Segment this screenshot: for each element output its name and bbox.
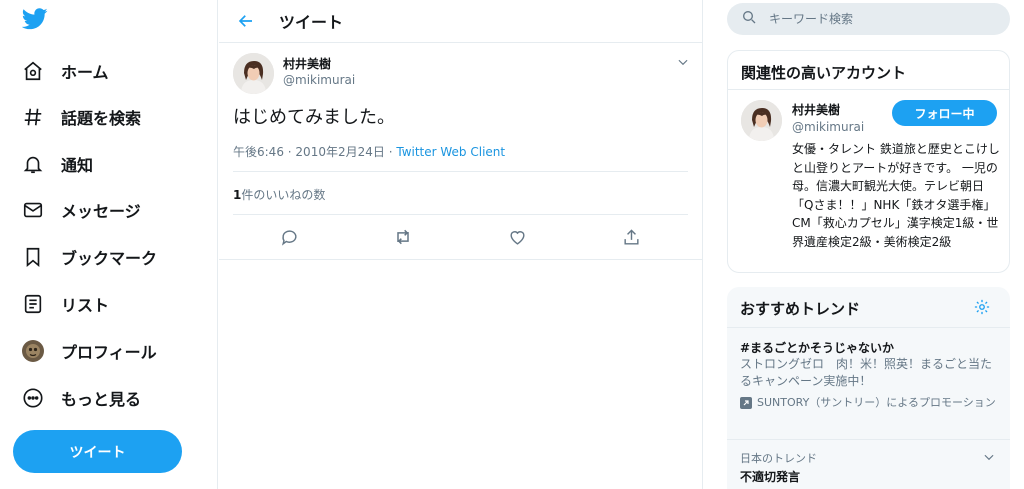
envelope-icon — [20, 197, 46, 223]
chevron-down-icon[interactable] — [676, 54, 690, 68]
search-box[interactable] — [727, 3, 1010, 35]
divider — [728, 89, 1009, 90]
tweet-date[interactable]: 2010年2月24日 — [295, 145, 384, 159]
bell-icon — [20, 151, 46, 177]
nav-item-notifications[interactable]: 通知 — [20, 147, 93, 181]
nav-item-explore[interactable]: 話題を検索 — [20, 100, 141, 134]
nav-item-messages[interactable]: メッセージ — [20, 193, 141, 227]
search-input[interactable] — [769, 12, 989, 26]
nav-item-label: メッセージ — [61, 202, 141, 221]
nav-item-label: ブックマーク — [61, 249, 158, 268]
tweet-text: はじめてみました。 — [233, 107, 395, 128]
nav-item-label: 通知 — [61, 156, 94, 175]
trend-item-description: ストロングゼロ 肉！米！照英！まるごと当たるキャンペーン実施中！ — [740, 357, 993, 388]
nav-item-label: ホーム — [61, 63, 109, 82]
trends-card: おすすめトレンド #まるごとかそうじゃないか ストロングゼロ 肉！米！照英！まる… — [727, 287, 1010, 489]
tweet-author-handle[interactable]: @mikimurai — [283, 73, 355, 87]
tweet-meta: 午後6:46 · 2010年2月24日 · Twitter Web Client — [233, 143, 505, 160]
nav-item-bookmarks[interactable]: ブックマーク — [20, 240, 157, 274]
related-account-name[interactable]: 村井美樹 — [792, 101, 840, 118]
divider — [233, 214, 688, 215]
tweet-source-link[interactable]: Twitter Web Client — [396, 145, 505, 159]
list-icon — [20, 291, 46, 317]
tweet-time[interactable]: 午後6:46 — [233, 145, 284, 159]
share-icon[interactable] — [620, 226, 642, 248]
divider — [219, 259, 702, 260]
nav-item-lists[interactable]: リスト — [20, 287, 109, 321]
retweet-icon[interactable] — [392, 226, 414, 248]
nav-item-more[interactable]: もっと見る — [20, 381, 141, 415]
likes-count-link[interactable]: 1件のいいねの数 — [233, 186, 325, 203]
back-arrow-icon[interactable] — [235, 10, 257, 32]
promoted-by-text: SUNTORY（サントリー）によるプロモーション — [757, 396, 996, 409]
likes-label: 件のいいねの数 — [241, 188, 326, 202]
tweet-author-name[interactable]: 村井美樹 — [283, 55, 331, 72]
chevron-down-icon[interactable] — [982, 449, 996, 463]
related-account-bio: 女優・タレント 鉄道旅と歴史とこけしと山登りとアートが好きです。 一児の母。信濃… — [792, 142, 1000, 249]
profile-avatar-icon — [20, 338, 46, 364]
nav-item-profile[interactable]: プロフィール — [20, 334, 157, 368]
related-account-avatar[interactable] — [741, 100, 782, 141]
left-navigation: ホーム 話題を検索 通知 メッセージ ブックマーク リスト プロフィール もっと… — [0, 0, 218, 489]
bookmark-icon — [20, 244, 46, 270]
hashtag-icon — [20, 104, 46, 130]
divider — [727, 439, 1010, 440]
related-accounts-title: 関連性の高いアカウント — [741, 64, 907, 82]
related-accounts-card: 関連性の高いアカウント 村井美樹 @mikimurai フォロー中 女優・タレン… — [727, 50, 1010, 273]
twitter-bird-icon[interactable] — [21, 8, 48, 32]
right-sidebar: 関連性の高いアカウント 村井美樹 @mikimurai フォロー中 女優・タレン… — [716, 0, 1024, 489]
nav-item-label: もっと見る — [61, 390, 142, 409]
trend-item-category: 日本のトレンド — [740, 452, 817, 465]
gear-icon[interactable] — [973, 298, 991, 316]
tweet-author-avatar[interactable] — [233, 53, 274, 94]
nav-item-home[interactable]: ホーム — [20, 54, 109, 88]
promoted-icon — [740, 397, 752, 409]
more-circle-icon — [20, 385, 46, 411]
trend-item-name[interactable]: #まるごとかそうじゃないか — [740, 339, 894, 356]
twitter-app: ホーム 話題を検索 通知 メッセージ ブックマーク リスト プロフィール もっと… — [0, 0, 1024, 489]
tweet-detail-column: ツイート 村井美樹 @mikimurai はじめてみました。 午後6:46 · … — [219, 0, 703, 489]
page-title: ツイート — [279, 13, 344, 32]
nav-item-label: プロフィール — [61, 343, 157, 362]
divider — [233, 171, 688, 172]
trends-title: おすすめトレンド — [740, 300, 861, 318]
tweet-button[interactable]: ツイート — [13, 430, 182, 473]
trend-item-name[interactable]: 不適切発言 — [740, 468, 800, 485]
following-button[interactable]: フォロー中 — [892, 100, 997, 126]
nav-item-label: 話題を検索 — [61, 109, 142, 128]
related-account-handle[interactable]: @mikimurai — [792, 120, 864, 134]
promoted-label: SUNTORY（サントリー）によるプロモーション — [740, 395, 1000, 411]
nav-item-label: リスト — [61, 296, 110, 315]
divider — [727, 327, 1010, 328]
reply-icon[interactable] — [278, 226, 300, 248]
column-header: ツイート — [219, 0, 702, 43]
search-icon — [741, 9, 757, 29]
home-icon — [20, 58, 46, 84]
like-heart-icon[interactable] — [506, 226, 528, 248]
